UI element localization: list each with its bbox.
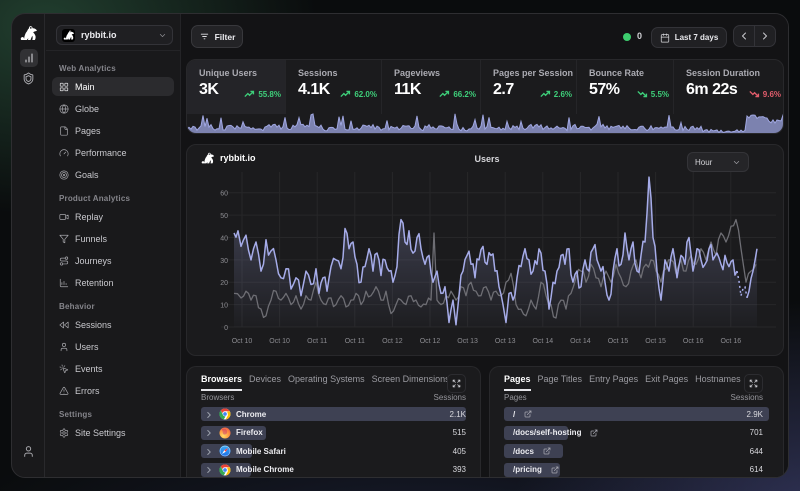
svg-text:0: 0 [224,325,228,332]
svg-text:Oct 15: Oct 15 [608,338,629,345]
svg-text:60: 60 [220,191,228,198]
svg-text:10: 10 [220,303,228,310]
svg-text:40: 40 [220,236,228,243]
svg-text:20: 20 [220,280,228,287]
svg-text:Oct 11: Oct 11 [307,338,327,345]
svg-text:50: 50 [220,213,228,220]
svg-text:Oct 12: Oct 12 [420,338,441,345]
svg-text:Oct 10: Oct 10 [269,338,290,345]
svg-text:Oct 13: Oct 13 [457,338,478,345]
svg-text:Oct 13: Oct 13 [495,338,516,345]
svg-text:Oct 16: Oct 16 [720,338,741,345]
svg-text:Oct 11: Oct 11 [345,338,365,345]
svg-text:Oct 14: Oct 14 [570,338,591,345]
svg-text:Oct 12: Oct 12 [382,338,403,345]
svg-text:Oct 10: Oct 10 [232,338,253,345]
svg-text:30: 30 [220,258,228,265]
svg-text:Oct 14: Oct 14 [532,338,553,345]
svg-text:Oct 16: Oct 16 [683,338,704,345]
svg-text:Oct 15: Oct 15 [645,338,666,345]
